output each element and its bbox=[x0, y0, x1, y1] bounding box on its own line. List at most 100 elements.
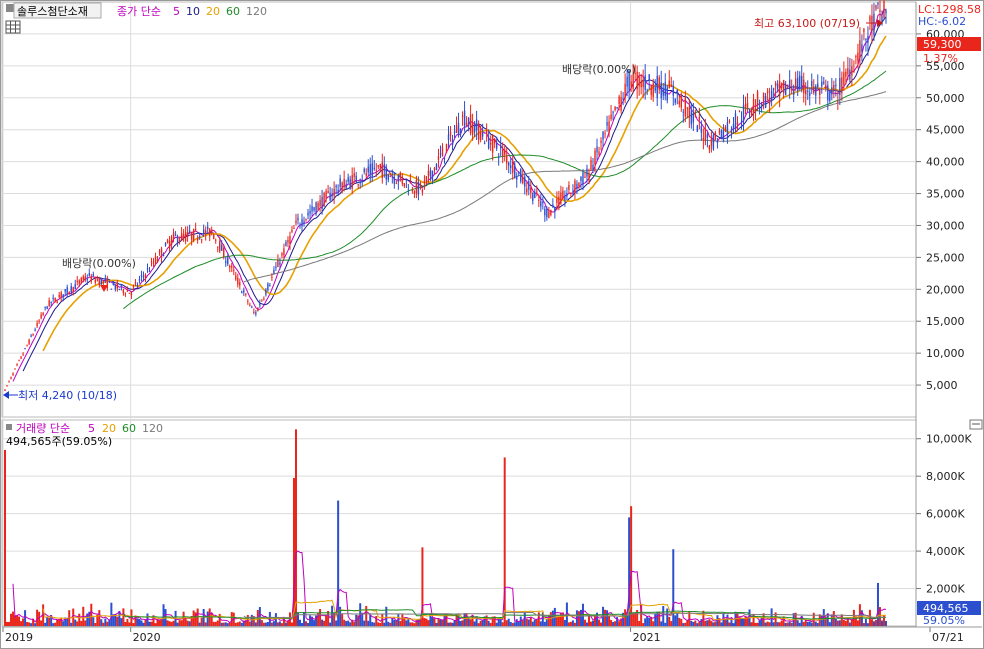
candle-body bbox=[102, 280, 105, 283]
candle-body bbox=[580, 176, 582, 182]
volume-bar bbox=[80, 620, 83, 626]
candle-body bbox=[780, 83, 783, 89]
candle-body bbox=[245, 293, 247, 295]
volume-bar bbox=[321, 619, 324, 626]
volume-bar bbox=[367, 620, 370, 626]
volume-bar bbox=[604, 609, 607, 626]
volume-bar bbox=[343, 619, 346, 626]
volume-bar bbox=[240, 622, 243, 626]
candle-body bbox=[309, 210, 311, 214]
candle-body bbox=[857, 52, 859, 61]
volume-bar bbox=[451, 622, 454, 626]
candle-body bbox=[371, 163, 373, 176]
legend-ma5: 5 bbox=[173, 5, 180, 18]
candle-body bbox=[138, 279, 141, 281]
candle-body bbox=[491, 135, 494, 153]
volume-bar bbox=[848, 622, 851, 626]
candle-body bbox=[134, 282, 137, 284]
candle-body bbox=[664, 82, 666, 96]
candle-body bbox=[429, 170, 432, 177]
candle-body bbox=[184, 232, 187, 242]
candle-body bbox=[353, 173, 355, 177]
candle-body bbox=[572, 190, 574, 192]
volume-bar bbox=[802, 621, 805, 626]
volume-bar bbox=[349, 622, 352, 626]
volume-bar bbox=[270, 622, 273, 626]
volume-bar bbox=[610, 619, 613, 626]
candle-body bbox=[493, 139, 496, 144]
candle-body bbox=[590, 159, 592, 170]
candle-body bbox=[383, 164, 385, 170]
volume-bar bbox=[8, 621, 11, 626]
volume-bar bbox=[828, 622, 831, 626]
candle-body bbox=[130, 292, 133, 296]
candle-body bbox=[357, 184, 359, 186]
candle-body bbox=[94, 279, 97, 283]
volume-bar bbox=[756, 622, 759, 626]
candle-body bbox=[801, 75, 803, 87]
candle-body bbox=[247, 301, 249, 303]
volume-bar bbox=[592, 620, 595, 626]
volume-bar bbox=[44, 622, 47, 626]
candle-body bbox=[786, 87, 789, 89]
candle-body bbox=[144, 274, 147, 278]
candle-body bbox=[211, 230, 213, 233]
volume-bar bbox=[110, 602, 113, 626]
panel-toggle-icon[interactable] bbox=[6, 4, 14, 12]
candle-body bbox=[794, 78, 797, 89]
stock-chart[interactable]: 5,000 10,000 15,000 20,000 25,000 30,000 35,00… bbox=[0, 0, 984, 649]
volume-bar bbox=[806, 621, 809, 626]
candle-body bbox=[359, 181, 361, 184]
volume-bar bbox=[361, 612, 364, 626]
candle-body bbox=[506, 156, 508, 164]
volume-bar bbox=[274, 613, 277, 626]
candle-body bbox=[859, 40, 861, 59]
candle-body bbox=[646, 90, 648, 92]
grid-icon[interactable] bbox=[5, 20, 21, 34]
volume-bar bbox=[200, 617, 203, 626]
volume-bar bbox=[299, 619, 302, 626]
volume-bar bbox=[353, 621, 356, 626]
candle-body bbox=[851, 66, 853, 76]
volume-bar bbox=[668, 616, 671, 626]
candle-body bbox=[867, 35, 869, 44]
volume-bar bbox=[401, 614, 404, 626]
vol-legend-20: 20 bbox=[102, 422, 116, 435]
volume-toggle-icon[interactable] bbox=[6, 424, 12, 430]
candle-body bbox=[807, 90, 809, 92]
volume-bar bbox=[369, 614, 372, 626]
volume-bar bbox=[168, 621, 171, 626]
candle-body bbox=[847, 68, 849, 75]
candle-body bbox=[345, 183, 347, 190]
volume-bar bbox=[56, 619, 59, 626]
volume-bar bbox=[154, 623, 157, 626]
candle-body bbox=[219, 241, 221, 252]
volume-bar bbox=[866, 623, 869, 626]
scroll-icon[interactable] bbox=[969, 419, 983, 430]
volume-bar bbox=[543, 621, 546, 626]
volume-bar bbox=[280, 623, 283, 626]
candle-body bbox=[425, 176, 428, 182]
candle-body bbox=[479, 131, 482, 140]
volume-bar bbox=[507, 618, 510, 626]
volume-bar bbox=[437, 619, 440, 626]
volume-bar bbox=[166, 620, 169, 626]
candle-body bbox=[546, 208, 548, 218]
candle-body bbox=[403, 183, 406, 187]
candle-body bbox=[176, 236, 179, 244]
volume-bar bbox=[698, 621, 701, 626]
volume-bar bbox=[333, 613, 336, 626]
candle-body bbox=[273, 269, 275, 274]
volume-bar bbox=[459, 621, 462, 626]
candle-body bbox=[196, 238, 199, 241]
candle-body bbox=[728, 120, 731, 122]
candle-body bbox=[758, 106, 761, 110]
candle-body bbox=[243, 290, 245, 293]
volume-bar bbox=[268, 611, 271, 626]
volume-bar bbox=[345, 621, 348, 626]
volume-bar bbox=[313, 620, 316, 626]
volume-bar bbox=[517, 621, 520, 626]
candle-body bbox=[756, 91, 759, 106]
candle-body bbox=[638, 76, 640, 87]
volume-bar bbox=[128, 622, 131, 626]
